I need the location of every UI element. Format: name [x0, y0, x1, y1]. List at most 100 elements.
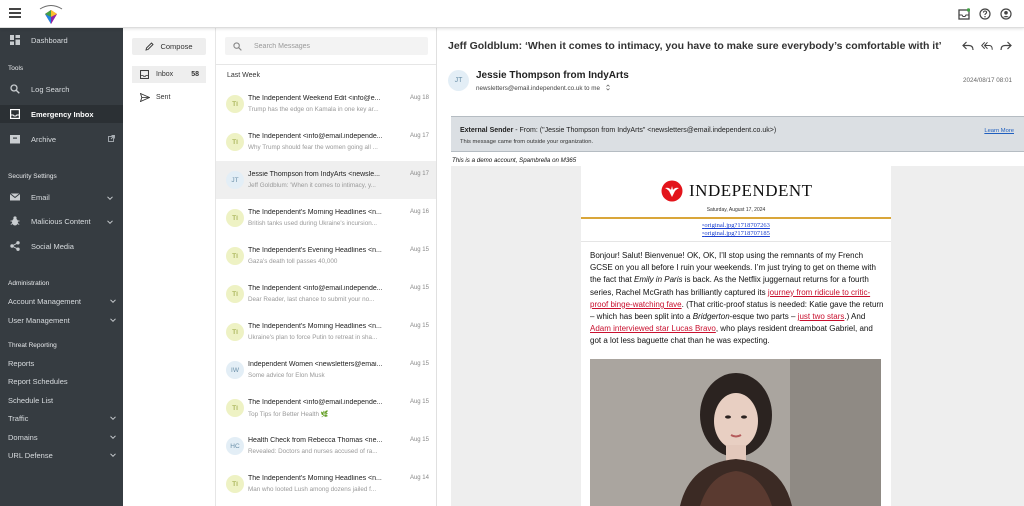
sender-avatar: TI — [226, 285, 244, 303]
inbox-notification-icon[interactable] — [957, 7, 970, 20]
reply-all-icon[interactable] — [981, 40, 993, 52]
sender-avatar: TI — [226, 399, 244, 417]
folder-panel: Compose Inbox 58 Sent — [123, 28, 216, 506]
sender-avatar: HC — [226, 437, 244, 455]
section-heading-security: Security Settings — [8, 173, 57, 180]
sidebar-item-label: Report Schedules — [8, 377, 68, 386]
sidebar-item-account-management[interactable]: Account Management — [8, 297, 116, 306]
divider — [581, 217, 891, 219]
message-row[interactable]: IW Independent Women <newsletters@emai...… — [216, 351, 436, 389]
message-sender: Jessie Thompson from IndyArts <newsle... — [248, 171, 380, 178]
learn-more-link[interactable]: Learn More — [984, 128, 1014, 134]
folder-sent[interactable]: Sent — [132, 89, 206, 106]
share-icon — [9, 241, 20, 252]
article-link[interactable]: Adam interviewed star Lucas Bravo — [590, 324, 716, 333]
email-icon — [9, 192, 20, 203]
sender-recipient[interactable]: newsletters@email.independent.co.uk to m… — [476, 84, 610, 93]
sidebar-item-label: Email — [31, 192, 50, 202]
compose-label: Compose — [160, 42, 193, 51]
banner-title: External Sender - From: ("Jessie Thompso… — [460, 127, 776, 134]
chevron-down-icon — [107, 218, 113, 227]
sidebar: Dashboard Tools Log Search Emergency Inb… — [0, 28, 123, 506]
chevron-down-icon — [110, 433, 116, 442]
sidebar-item-schedule-list[interactable]: Schedule List — [8, 396, 116, 405]
message-snippet: Revealed: Doctors and nurses accused of … — [248, 448, 378, 455]
sidebar-item-archive[interactable]: Archive — [0, 130, 123, 148]
sidebar-item-emergency-inbox[interactable]: Emergency Inbox — [0, 105, 123, 123]
message-sender: The Independent <info@email.independe... — [248, 133, 383, 140]
section-heading-tools: Tools — [8, 65, 24, 72]
broken-image-link[interactable]: ▫original.jpg?17187072​63 — [581, 222, 891, 229]
banner-subtext: This message came from outside your orga… — [460, 139, 594, 145]
sidebar-item-log-search[interactable]: Log Search — [0, 80, 123, 98]
message-row[interactable]: TI The Independent's Evening Headlines <n… — [216, 237, 436, 275]
message-row[interactable]: TI The Independent <info@email.independe.… — [216, 275, 436, 313]
article-photo — [590, 359, 881, 506]
message-snippet: Why Trump should fear the women going al… — [248, 144, 378, 151]
image-link-text: original.jpg?17187072​63 — [704, 222, 770, 229]
sidebar-item-url-defense[interactable]: URL Defense — [8, 451, 116, 460]
message-snippet: Some advice for Elon Musk — [248, 372, 325, 379]
sidebar-item-malicious-content[interactable]: Malicious Content — [0, 212, 123, 230]
message-date: Aug 14 — [409, 475, 429, 481]
banner-text: - From: ("Jessie Thompson from IndyArts"… — [513, 127, 777, 134]
newsletter-card: INDEPENDENT Saturday, August 17, 2024 ▫o… — [581, 166, 891, 506]
message-row[interactable]: TI The Independent's Morning Headlines <n… — [216, 199, 436, 237]
sidebar-item-domains[interactable]: Domains — [8, 433, 116, 442]
message-sender: The Independent <info@email.independe... — [248, 285, 383, 292]
expand-details-icon[interactable] — [606, 84, 610, 93]
send-icon — [140, 93, 150, 102]
sender-avatar: TI — [226, 475, 244, 493]
sidebar-item-label: URL Defense — [8, 451, 53, 460]
message-date: Aug 15 — [409, 323, 429, 329]
message-snippet: Dear Reader, last chance to submit your … — [248, 296, 375, 303]
message-date: Aug 15 — [409, 437, 429, 443]
message-row[interactable]: TI The Independent <info@email.independe.… — [216, 123, 436, 161]
sidebar-item-dashboard[interactable]: Dashboard — [0, 31, 123, 49]
account-icon[interactable] — [999, 7, 1012, 20]
folder-inbox[interactable]: Inbox 58 — [132, 66, 206, 83]
message-row[interactable]: JT Jessie Thompson from IndyArts <newsle.… — [216, 161, 436, 199]
article-link[interactable]: just two stars — [798, 312, 845, 321]
chevron-down-icon — [110, 297, 116, 306]
message-row[interactable]: TI The Independent's Morning Headlines <n… — [216, 465, 436, 503]
inbox-count-badge: 58 — [191, 71, 199, 78]
search-box[interactable] — [225, 37, 428, 55]
sidebar-item-label: Emergency Inbox — [31, 109, 94, 119]
brand-logo-icon[interactable] — [36, 2, 66, 26]
newsletter-background: INDEPENDENT Saturday, August 17, 2024 ▫o… — [451, 166, 1024, 506]
sender-name: Jessie Thompson from IndyArts — [476, 70, 629, 81]
sidebar-item-email[interactable]: Email — [0, 188, 123, 206]
message-snippet: British tanks used during Ukraine's incu… — [248, 220, 377, 227]
reply-icon[interactable] — [962, 40, 974, 52]
sidebar-item-reports[interactable]: Reports — [8, 359, 116, 368]
menu-icon[interactable] — [9, 8, 21, 18]
compose-button[interactable]: Compose — [132, 38, 206, 55]
image-link-text: original.jpg?1718707185 — [704, 230, 770, 237]
search-icon — [9, 84, 20, 95]
message-sender: The Independent's Morning Headlines <n..… — [248, 209, 382, 216]
forward-icon[interactable] — [1000, 40, 1012, 52]
message-snippet: Gaza's death toll passes 40,000 — [248, 258, 338, 265]
broken-image-link[interactable]: ▫original.jpg?1718707185 — [581, 230, 891, 237]
help-icon[interactable] — [978, 7, 991, 20]
message-row[interactable]: HC Health Check from Rebecca Thomas <ne..… — [216, 427, 436, 465]
message-snippet: Ukraine's plan to force Putin to retreat… — [248, 334, 378, 341]
sidebar-item-report-schedules[interactable]: Report Schedules — [8, 377, 116, 386]
message-row[interactable]: TI The Independent <info@email.independe.… — [216, 389, 436, 427]
message-snippet: Top Tips for Better Health 🌿 — [248, 411, 329, 418]
newsletter-date: Saturday, August 17, 2024 — [706, 207, 766, 213]
pencil-icon — [145, 42, 155, 51]
sidebar-item-label: Social Media — [31, 241, 74, 251]
sender-avatar: TI — [226, 247, 244, 265]
message-sender: The Independent's Evening Headlines <n..… — [248, 247, 382, 254]
sidebar-item-social-media[interactable]: Social Media — [0, 237, 123, 255]
sender-avatar: JT — [448, 70, 469, 91]
external-sender-banner: External Sender - From: ("Jessie Thompso… — [451, 116, 1024, 152]
message-row[interactable]: TI The Independent Weekend Edit <info@e..… — [216, 85, 436, 123]
sidebar-item-user-management[interactable]: User Management — [8, 316, 116, 325]
search-input[interactable] — [254, 42, 414, 50]
top-bar — [0, 0, 1024, 28]
message-row[interactable]: TI The Independent's Morning Headlines <n… — [216, 313, 436, 351]
sidebar-item-traffic[interactable]: Traffic — [8, 414, 116, 423]
